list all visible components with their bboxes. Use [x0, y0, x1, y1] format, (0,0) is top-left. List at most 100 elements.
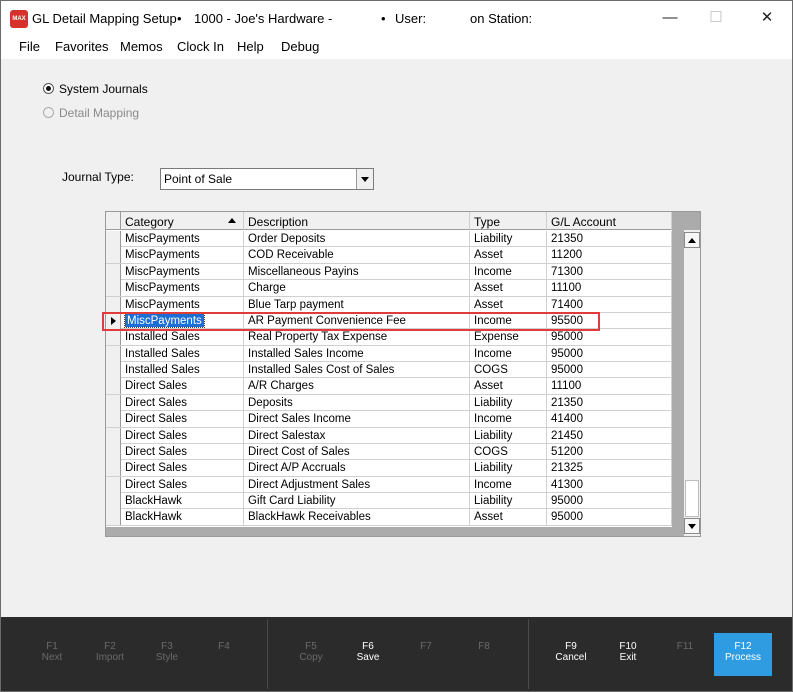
- cell-description[interactable]: Direct Adjustment Sales: [244, 476, 470, 493]
- cell-type[interactable]: Liability: [470, 231, 547, 247]
- cell-category[interactable]: Direct Sales: [121, 394, 244, 411]
- cell-category[interactable]: Direct Sales: [121, 443, 244, 460]
- cell-type[interactable]: Income: [470, 411, 547, 428]
- cell-gl-account[interactable]: 21350: [547, 394, 672, 411]
- cell-category[interactable]: MiscPayments: [121, 263, 244, 280]
- scroll-up-icon[interactable]: [684, 232, 700, 248]
- cell-category[interactable]: MiscPayments: [121, 231, 244, 247]
- cell-type[interactable]: Liability: [470, 394, 547, 411]
- menu-help[interactable]: Help: [237, 39, 264, 54]
- cell-type[interactable]: Expense: [470, 329, 547, 346]
- cell-description[interactable]: Direct Cost of Sales: [244, 443, 470, 460]
- cell-gl-account[interactable]: 95000: [547, 345, 672, 362]
- cell-gl-account[interactable]: 41400: [547, 411, 672, 428]
- cell-category[interactable]: Direct Sales: [121, 378, 244, 395]
- cell-description[interactable]: Real Property Tax Expense: [244, 329, 470, 346]
- table-row[interactable]: MiscPayments COD Receivable Asset 11200: [106, 247, 672, 264]
- row-header[interactable]: [106, 378, 121, 395]
- row-header[interactable]: [106, 362, 121, 379]
- menu-clock-in[interactable]: Clock In: [177, 39, 224, 54]
- column-header-description[interactable]: Description: [244, 212, 470, 230]
- cell-description[interactable]: Charge: [244, 280, 470, 297]
- cell-category[interactable]: BlackHawk: [121, 509, 244, 526]
- row-header[interactable]: [106, 345, 121, 362]
- row-header[interactable]: [106, 460, 121, 477]
- row-header[interactable]: [106, 509, 121, 526]
- table-row[interactable]: Direct Sales Direct Sales Income Income 414…: [106, 411, 672, 428]
- system-journals-radio[interactable]: [43, 83, 54, 94]
- column-header-type[interactable]: Type: [470, 212, 547, 230]
- table-row[interactable]: MiscPayments Blue Tarp payment Asset 71400: [106, 296, 672, 313]
- column-header-gl-account[interactable]: G/L Account: [547, 212, 672, 230]
- cell-category[interactable]: Installed Sales: [121, 345, 244, 362]
- row-header[interactable]: [106, 280, 121, 297]
- menu-favorites[interactable]: Favorites: [55, 39, 108, 54]
- mapping-grid[interactable]: Category Description Type G/L Account Mi…: [105, 211, 701, 537]
- table-row[interactable]: Installed Sales Installed Sales Cost of S…: [106, 362, 672, 379]
- menu-file[interactable]: File: [19, 39, 40, 54]
- cell-gl-account[interactable]: 95000: [547, 509, 672, 526]
- row-header[interactable]: [106, 394, 121, 411]
- cell-category[interactable]: Direct Sales: [121, 427, 244, 444]
- cell-type[interactable]: COGS: [470, 443, 547, 460]
- cell-description[interactable]: Direct A/P Accruals: [244, 460, 470, 477]
- cell-description[interactable]: BlackHawk Receivables: [244, 509, 470, 526]
- fkey-f9-button[interactable]: F9 Cancel: [543, 641, 599, 663]
- table-row[interactable]: Direct Sales A/R Charges Asset 11100: [106, 378, 672, 395]
- cell-type[interactable]: Income: [470, 263, 547, 280]
- row-header[interactable]: [106, 476, 121, 493]
- cell-gl-account[interactable]: 21350: [547, 231, 672, 247]
- row-header[interactable]: [106, 329, 121, 346]
- cell-type[interactable]: Liability: [470, 493, 547, 510]
- cell-category[interactable]: Direct Sales: [121, 411, 244, 428]
- row-header[interactable]: [106, 231, 121, 247]
- cell-description[interactable]: COD Receivable: [244, 247, 470, 264]
- minimize-icon[interactable]: —: [647, 1, 693, 35]
- row-header[interactable]: [106, 427, 121, 444]
- cell-type[interactable]: Income: [470, 476, 547, 493]
- cell-gl-account[interactable]: 71400: [547, 296, 672, 313]
- cell-gl-account[interactable]: 21325: [547, 460, 672, 477]
- cell-type[interactable]: COGS: [470, 362, 547, 379]
- fkey-f6-button[interactable]: F6 Save: [340, 641, 396, 663]
- cell-description[interactable]: Direct Sales Income: [244, 411, 470, 428]
- cell-type[interactable]: Asset: [470, 378, 547, 395]
- scroll-down-icon[interactable]: [684, 518, 700, 534]
- cell-type[interactable]: Asset: [470, 509, 547, 526]
- cell-gl-account[interactable]: 95000: [547, 329, 672, 346]
- cell-gl-account[interactable]: 71300: [547, 263, 672, 280]
- cell-category[interactable]: BlackHawk: [121, 493, 244, 510]
- cell-gl-account[interactable]: 95000: [547, 362, 672, 379]
- menu-debug[interactable]: Debug: [281, 39, 319, 54]
- table-row[interactable]: MiscPayments Charge Asset 11100: [106, 280, 672, 297]
- cell-gl-account[interactable]: 51200: [547, 443, 672, 460]
- table-row[interactable]: Installed Sales Real Property Tax Expense…: [106, 329, 672, 346]
- fkey-f12-button[interactable]: F12 Process: [714, 633, 772, 676]
- table-row[interactable]: BlackHawk BlackHawk Receivables Asset 95000: [106, 509, 672, 526]
- fkey-f10-button[interactable]: F10 Exit: [600, 641, 656, 663]
- cell-gl-account[interactable]: 11100: [547, 280, 672, 297]
- cell-category[interactable]: MiscPayments: [121, 280, 244, 297]
- table-row[interactable]: MiscPayments Miscellaneous Payins Income 71…: [106, 263, 672, 281]
- cell-description[interactable]: Order Deposits: [244, 231, 470, 247]
- chevron-down-icon[interactable]: [356, 169, 373, 189]
- cell-description[interactable]: Installed Sales Cost of Sales: [244, 362, 470, 379]
- cell-type[interactable]: Asset: [470, 280, 547, 297]
- cell-category[interactable]: Installed Sales: [121, 329, 244, 346]
- cell-category[interactable]: MiscPayments: [121, 296, 244, 313]
- cell-type[interactable]: Liability: [470, 427, 547, 444]
- cell-category[interactable]: Direct Sales: [121, 460, 244, 477]
- cell-category[interactable]: Installed Sales: [121, 362, 244, 379]
- column-header-category[interactable]: Category: [121, 212, 244, 230]
- cell-type[interactable]: Asset: [470, 247, 547, 264]
- scroll-thumb[interactable]: [685, 480, 699, 517]
- cell-gl-account[interactable]: 41300: [547, 476, 672, 493]
- row-header[interactable]: [106, 443, 121, 460]
- cell-category[interactable]: MiscPayments: [121, 247, 244, 264]
- table-row[interactable]: Direct Sales Direct A/P Accruals Liability…: [106, 460, 672, 477]
- table-row[interactable]: Direct Sales Direct Adjustment Sales Incom…: [106, 476, 672, 494]
- cell-category[interactable]: Direct Sales: [121, 476, 244, 493]
- table-row[interactable]: Direct Sales Deposits Liability 21350: [106, 394, 672, 412]
- cell-description[interactable]: Blue Tarp payment: [244, 296, 470, 313]
- row-header[interactable]: [106, 411, 121, 428]
